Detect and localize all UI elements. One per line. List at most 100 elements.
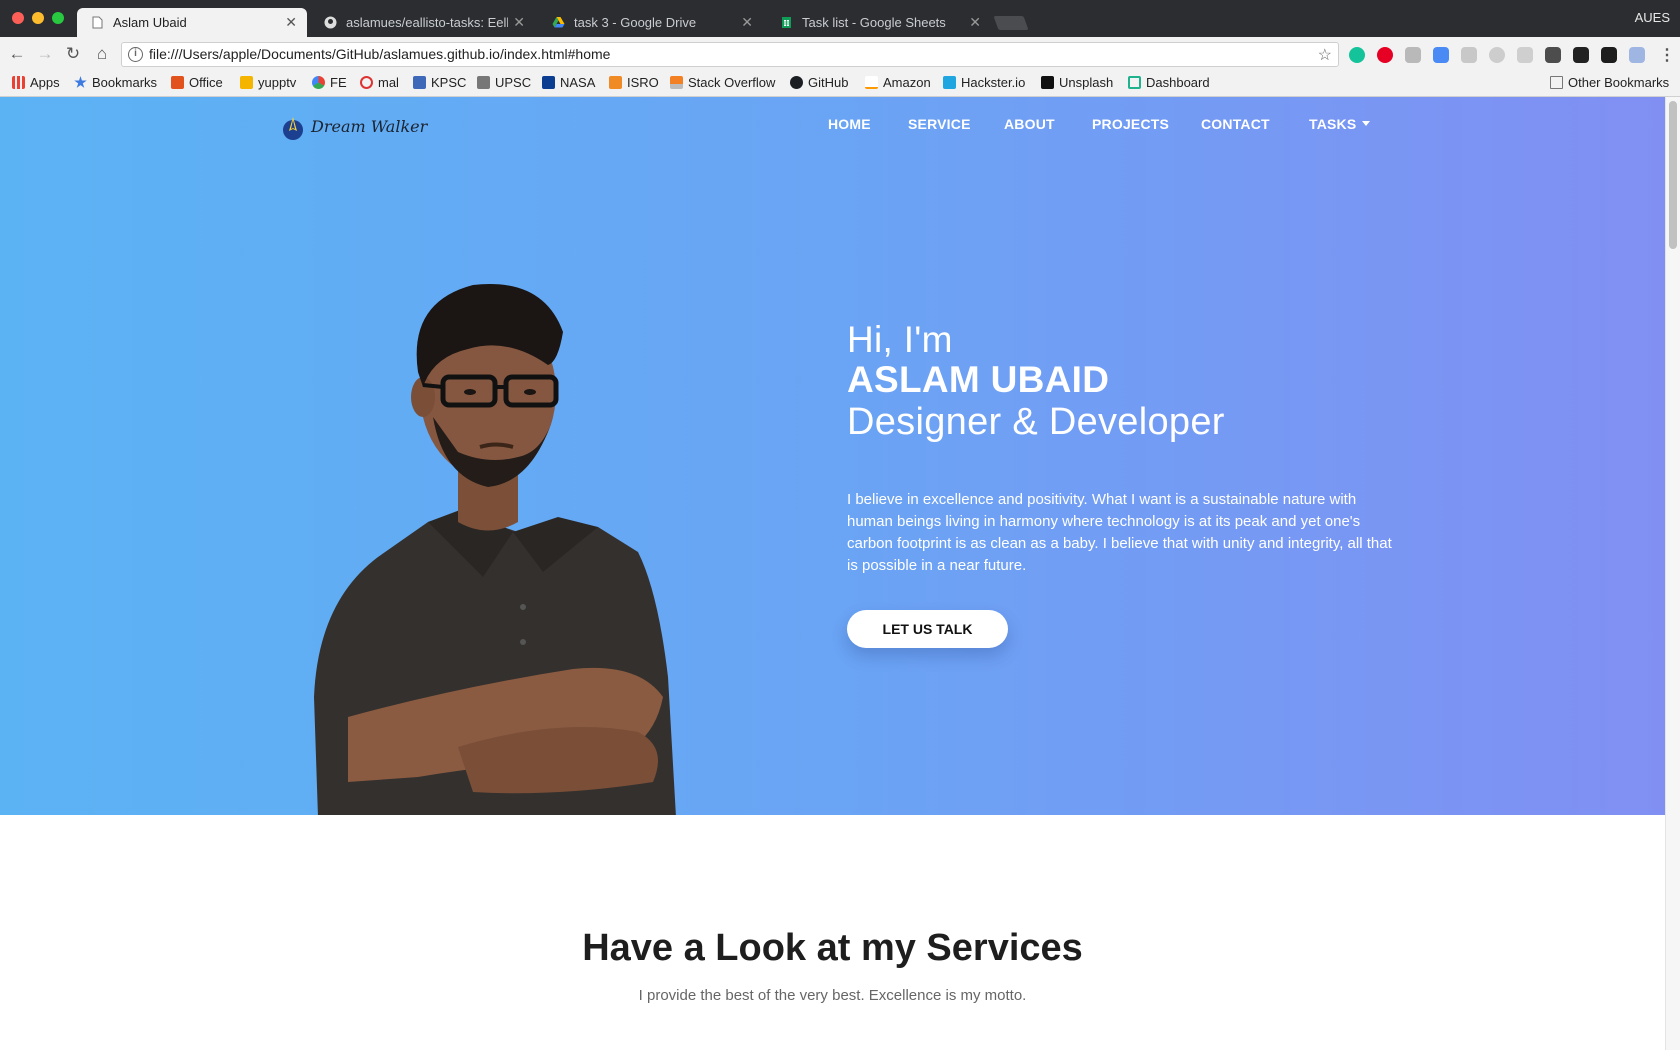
profile-name[interactable]: AUES (1635, 10, 1670, 25)
close-tab-icon[interactable]: ✕ (513, 8, 525, 37)
bookmark-star-icon[interactable]: ☆ (1318, 45, 1332, 65)
bookmark-mal[interactable]: mal (360, 75, 399, 90)
upsc-icon (477, 76, 490, 89)
extension-icon[interactable] (1601, 47, 1617, 63)
bookmark-kpsc[interactable]: KPSC (413, 75, 466, 90)
extension-icon[interactable] (1573, 47, 1589, 63)
star-icon (74, 76, 87, 88)
tab-title: Aslam Ubaid (113, 15, 187, 30)
scrollbar-thumb[interactable] (1669, 101, 1677, 249)
address-bar[interactable]: i file:///Users/apple/Documents/GitHub/a… (121, 42, 1339, 67)
yupptv-icon (240, 76, 253, 89)
close-tab-icon[interactable]: ✕ (285, 8, 297, 37)
bookmark-isro[interactable]: ISRO (609, 75, 659, 90)
close-tab-icon[interactable]: ✕ (969, 8, 981, 37)
hero-role: Designer & Developer (847, 401, 1225, 443)
tab-aslam-ubaid[interactable]: Aslam Ubaid ✕ (77, 8, 307, 37)
tab-title: task 3 - Google Drive (574, 15, 697, 30)
bookmark-label: Dashboard (1146, 75, 1210, 90)
bookmark-upsc[interactable]: UPSC (477, 75, 531, 90)
other-bookmarks[interactable]: Other Bookmarks (1550, 75, 1669, 90)
bookmark-stack-overflow[interactable]: Stack Overflow (670, 75, 775, 90)
bookmark-github[interactable]: GitHub (790, 75, 848, 90)
back-arrow-icon[interactable]: ← (7, 44, 27, 64)
skype-extension-icon[interactable] (1489, 47, 1505, 63)
browser-toolbar: ← → ↻ ⌂ i file:///Users/apple/Documents/… (0, 37, 1680, 71)
page-scrollbar[interactable] (1665, 97, 1680, 1050)
dashboard-icon (1128, 76, 1141, 89)
github-icon (324, 16, 337, 29)
cloud-extension-icon[interactable] (1461, 47, 1477, 63)
translate-extension-icon[interactable] (1433, 47, 1449, 63)
services-title: Have a Look at my Services (582, 927, 1083, 969)
extension-icon[interactable] (1545, 47, 1561, 63)
hackster-icon (943, 76, 956, 89)
logo-text: Dream Walker (311, 117, 428, 136)
shield-extension-icon[interactable] (1405, 47, 1421, 63)
bookmark-label: KPSC (431, 75, 467, 90)
browser-tab-bar: Aslam Ubaid ✕ aslamues/eallisto-tasks: E… (0, 0, 1680, 37)
fe-icon (312, 76, 325, 89)
grammarly-extension-icon[interactable] (1349, 47, 1365, 63)
bookmark-fe[interactable]: FE (312, 75, 347, 90)
minimize-window-button[interactable] (32, 12, 44, 24)
amazon-icon (865, 76, 878, 89)
tab-github[interactable]: aslamues/eallisto-tasks: Eellisto ✕ (310, 8, 535, 37)
maximize-window-button[interactable] (52, 12, 64, 24)
close-tab-icon[interactable]: ✕ (741, 8, 753, 37)
new-tab-button[interactable] (993, 16, 1029, 30)
profile-photo (314, 283, 676, 815)
nav-projects[interactable]: PROJECTS (1092, 116, 1169, 132)
bookmark-label: UPSC (495, 75, 532, 90)
bookmark-unsplash[interactable]: Unsplash (1041, 75, 1113, 90)
nav-contact[interactable]: CONTACT (1201, 116, 1270, 132)
let-us-talk-button[interactable]: LET US TALK (847, 610, 1008, 648)
bookmark-amazon[interactable]: Amazon (865, 75, 931, 90)
info-icon[interactable]: i (128, 47, 143, 62)
bookmark-label: yupptv (258, 75, 297, 90)
nav-tasks-dropdown[interactable]: TASKS (1309, 116, 1371, 132)
bookmark-label: GitHub (808, 75, 849, 90)
stack-overflow-icon (670, 76, 683, 89)
bookmark-label: FE (330, 75, 347, 90)
url-text[interactable]: file:///Users/apple/Documents/GitHub/asl… (149, 46, 610, 62)
extension-icon[interactable] (1629, 47, 1645, 63)
bookmark-bookmarks[interactable]: Bookmarks (74, 75, 157, 90)
home-icon[interactable]: ⌂ (92, 44, 112, 64)
bookmark-label: Office (189, 75, 223, 90)
bookmark-label: Stack Overflow (688, 75, 776, 90)
tab-title: aslamues/eallisto-tasks: Eellisto (346, 15, 508, 30)
nav-about[interactable]: ABOUT (1004, 116, 1055, 132)
bookmark-dashboard[interactable]: Dashboard (1128, 75, 1210, 90)
camera-icon (1041, 76, 1054, 89)
bookmark-hackster[interactable]: Hackster.io (943, 75, 1025, 90)
google-drive-icon (552, 17, 565, 28)
page-icon (92, 16, 103, 29)
bookmark-label: NASA (560, 75, 596, 90)
bookmark-label: Bookmarks (92, 75, 158, 90)
folder-icon (1550, 76, 1563, 89)
menu-dots-icon[interactable]: ⋮ (1659, 45, 1675, 65)
bookmark-office[interactable]: Office (171, 75, 223, 90)
office-icon (171, 76, 184, 89)
bookmark-apps[interactable]: Apps (12, 75, 60, 90)
isro-icon (609, 76, 622, 89)
hero-name: ASLAM UBAID (847, 359, 1110, 400)
bookmark-label: Apps (30, 75, 60, 90)
bookmark-label: Amazon (883, 75, 931, 90)
bookmark-nasa[interactable]: NASA (542, 75, 595, 90)
reload-icon[interactable]: ↻ (63, 44, 83, 64)
tab-google-sheets[interactable]: Task list - Google Sheets ✕ (766, 8, 991, 37)
forward-arrow-icon[interactable]: → (35, 44, 55, 64)
bookmark-yupptv[interactable]: yupptv (240, 75, 296, 90)
nav-service[interactable]: SERVICE (908, 116, 971, 132)
dropbox-extension-icon[interactable] (1517, 47, 1533, 63)
hero-bio: I believe in excellence and positivity. … (847, 491, 1392, 574)
pinterest-extension-icon[interactable] (1377, 47, 1393, 63)
bookmark-label: Unsplash (1059, 75, 1114, 90)
close-window-button[interactable] (12, 12, 24, 24)
bookmark-label: mal (378, 75, 399, 90)
bookmark-label: Hackster.io (961, 75, 1026, 90)
tab-google-drive[interactable]: task 3 - Google Drive ✕ (538, 8, 763, 37)
nav-home[interactable]: HOME (828, 116, 871, 132)
